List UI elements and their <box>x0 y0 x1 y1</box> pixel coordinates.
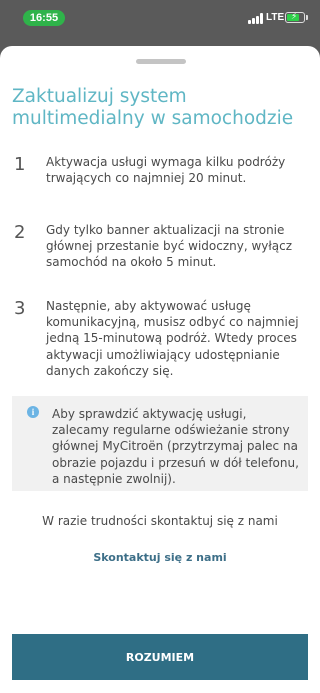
signal-icon <box>248 13 264 24</box>
sheet-title: Zaktualizuj system multimedialny w samoc… <box>12 86 294 129</box>
battery-charging-icon: ⚡ <box>285 12 305 23</box>
step-number: 1 <box>14 154 26 175</box>
contact-prompt: W razie trudności skontaktuj się z nami <box>42 514 278 528</box>
step-number: 3 <box>14 298 26 319</box>
network-type: LTE <box>266 12 285 23</box>
status-time: 16:55 <box>23 10 65 26</box>
sheet-drag-handle[interactable] <box>136 59 186 64</box>
contact-us-link[interactable]: Skontaktuj się z nami <box>0 551 320 564</box>
battery-tip <box>306 15 308 20</box>
step-number: 2 <box>14 222 26 243</box>
status-bar: 16:55 LTE ⚡ <box>0 0 320 36</box>
bottom-sheet: Zaktualizuj system multimedialny w samoc… <box>0 46 320 693</box>
info-text: Aby sprawdzić aktywację usługi, zalecamy… <box>52 407 299 486</box>
info-box: i Aby sprawdzić aktywację usługi, zaleca… <box>12 396 308 491</box>
step-text: Gdy tylko banner aktualizacji na stronie… <box>46 223 293 270</box>
step-text: Aktywacja usługi wymaga kilku podróży tr… <box>46 155 286 186</box>
step-text: Następnie, aby aktywować usługę komunika… <box>46 299 299 378</box>
confirm-button[interactable]: ROZUMIEM <box>12 634 308 680</box>
info-icon: i <box>27 406 39 418</box>
